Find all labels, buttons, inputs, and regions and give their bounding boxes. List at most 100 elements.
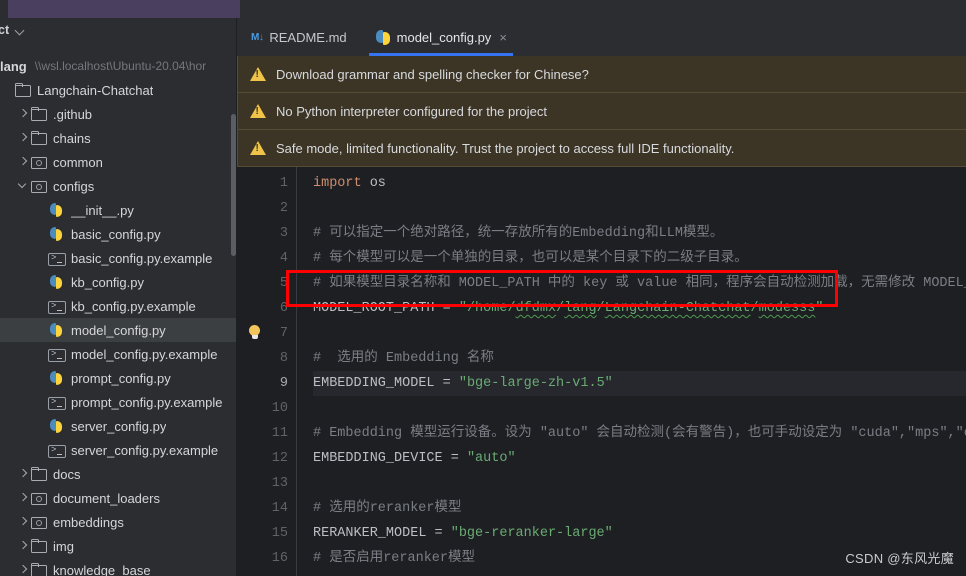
chevron-open-icon[interactable]: [16, 174, 30, 198]
code-token: /: [556, 301, 565, 316]
code-token: "bge-large-zh-v1.5": [458, 376, 613, 391]
line-number: 1: [279, 176, 288, 191]
line-number: 13: [271, 476, 288, 491]
code-token: # 选用的 Embedding 名称: [313, 351, 494, 366]
banner-grammar-checker[interactable]: Download grammar and spelling checker fo…: [237, 56, 966, 93]
tree-row-prompt-config-py[interactable]: prompt_config.py: [0, 366, 236, 390]
code-line[interactable]: USE_RERANKER = False: [313, 571, 966, 576]
editor-area: M↓ README.md model_config.py × Download …: [237, 18, 966, 576]
tree-row-kb-config-py[interactable]: kb_config.py: [0, 270, 236, 294]
code-line[interactable]: MODEL_ROOT_PATH = "/home/dfdmx/lang/Lang…: [313, 296, 966, 321]
notification-banners: Download grammar and spelling checker fo…: [237, 56, 966, 167]
tree-item-label: img: [53, 538, 74, 554]
chevron-closed-icon[interactable]: [16, 126, 30, 150]
code-line[interactable]: [313, 471, 966, 496]
tree-row-prompt-config-py-example[interactable]: prompt_config.py.example: [0, 390, 236, 414]
chevron-closed-icon[interactable]: [16, 534, 30, 558]
code-line[interactable]: [313, 396, 966, 421]
line-number: 12: [271, 451, 288, 466]
tab-label: model_config.py: [396, 29, 492, 45]
code-token: "auto": [466, 451, 516, 466]
shell-file-icon: [48, 348, 66, 362]
code-line[interactable]: # 可以指定一个绝对路径，统一存放所有的Embedding和LLM模型。: [313, 221, 966, 246]
banner-no-python-interpreter[interactable]: No Python interpreter configured for the…: [237, 93, 966, 130]
folder-source-icon: [30, 178, 48, 194]
code-line[interactable]: [313, 321, 966, 346]
lightbulb-icon[interactable]: [248, 325, 261, 340]
editor-scrollbar[interactable]: [958, 167, 966, 576]
tree-row-basic-config-py-example[interactable]: basic_config.py.example: [0, 246, 236, 270]
chevron-closed-icon[interactable]: [16, 102, 30, 126]
code-line[interactable]: EMBEDDING_DEVICE = "auto": [313, 446, 966, 471]
close-icon[interactable]: ×: [499, 30, 507, 45]
tree-row--github[interactable]: .github: [0, 102, 236, 126]
tree-item-label: server_config.py: [71, 418, 167, 434]
python-file-icon: [48, 202, 66, 218]
tree-item-label: model_config.py: [71, 322, 166, 338]
chevron-closed-icon[interactable]: [16, 510, 30, 534]
code-line[interactable]: # 选用的 Embedding 名称: [313, 346, 966, 371]
code-line[interactable]: EMBEDDING_MODEL = "bge-large-zh-v1.5": [313, 371, 966, 396]
tree-item-label: knowledge_base: [53, 562, 151, 576]
project-root-row[interactable]: lang \\wsl.localhost\Ubuntu-20.04\hor: [0, 54, 236, 78]
chevron-closed-icon[interactable]: [16, 150, 30, 174]
code-line[interactable]: [313, 196, 966, 221]
banner-safe-mode[interactable]: Safe mode, limited functionality. Trust …: [237, 130, 966, 167]
code-token: dfdmx: [515, 301, 557, 316]
line-number: 3: [279, 226, 288, 241]
code-line[interactable]: # 每个模型可以是一个单独的目录，也可以是某个目录下的二级子目录。: [313, 246, 966, 271]
tree-row--init-py[interactable]: __init__.py: [0, 198, 236, 222]
folder-icon: [30, 538, 48, 554]
code-token: # 选用的reranker模型: [313, 501, 462, 516]
tree-row-chains[interactable]: chains: [0, 126, 236, 150]
tree-row-langchain-chatchat[interactable]: Langchain-Chatchat: [0, 78, 236, 102]
project-tool-window-header[interactable]: ct: [0, 18, 236, 42]
tree-row-server-config-py[interactable]: server_config.py: [0, 414, 236, 438]
shell-file-icon: [48, 252, 66, 266]
code-editor[interactable]: 123456789101112131415161718 import os # …: [237, 167, 966, 576]
line-number-gutter[interactable]: 123456789101112131415161718: [237, 167, 297, 576]
chevron-closed-icon[interactable]: [16, 462, 30, 486]
line-number: 8: [279, 351, 288, 366]
tree-row-kb-config-py-example[interactable]: kb_config.py.example: [0, 294, 236, 318]
tree-row-basic-config-py[interactable]: basic_config.py: [0, 222, 236, 246]
tab-model-config-py[interactable]: model_config.py ×: [360, 18, 521, 56]
tree-item-label: configs: [53, 178, 95, 194]
code-line[interactable]: import os: [313, 171, 966, 196]
code-line[interactable]: # 如果模型目录名称和 MODEL_PATH 中的 key 或 value 相同…: [313, 271, 966, 296]
line-number: 17: [237, 571, 296, 576]
code-line[interactable]: RERANKER_MODEL = "bge-reranker-large": [313, 521, 966, 546]
tree-row-document-loaders[interactable]: document_loaders: [0, 486, 236, 510]
markdown-icon: M↓: [251, 31, 264, 43]
folder-source-icon: [30, 514, 48, 530]
tree-row-model-config-py-example[interactable]: model_config.py.example: [0, 342, 236, 366]
tree-row-common[interactable]: common: [0, 150, 236, 174]
code-line[interactable]: # 选用的reranker模型: [313, 496, 966, 521]
banner-text: Download grammar and spelling checker fo…: [276, 66, 589, 82]
tree-item-label: Langchain-Chatchat: [37, 82, 154, 98]
tree-row-configs[interactable]: configs: [0, 174, 236, 198]
tree-row-docs[interactable]: docs: [0, 462, 236, 486]
tab-readme-md[interactable]: M↓ README.md: [237, 18, 361, 56]
code-content[interactable]: import os # 可以指定一个绝对路径，统一存放所有的Embedding和…: [297, 167, 966, 576]
code-token: # 是否启用reranker模型: [313, 551, 476, 566]
tree-row-server-config-py-example[interactable]: server_config.py.example: [0, 438, 236, 462]
tree-row-img[interactable]: img: [0, 534, 236, 558]
chevron-closed-icon[interactable]: [16, 558, 30, 576]
chevron-down-icon[interactable]: [15, 25, 26, 36]
code-token: # 每个模型可以是一个单独的目录，也可以是某个目录下的二级子目录。: [313, 251, 748, 266]
folder-icon: [30, 466, 48, 482]
line-number: 7: [279, 326, 288, 341]
tree-row-knowledge-base[interactable]: knowledge_base: [0, 558, 236, 576]
tab-label: README.md: [269, 29, 347, 45]
folder-icon: [14, 82, 32, 98]
chevron-closed-icon[interactable]: [16, 486, 30, 510]
tree-row-embeddings[interactable]: embeddings: [0, 510, 236, 534]
tree-item-label: common: [53, 154, 103, 170]
tree-item-label: basic_config.py: [71, 226, 161, 242]
code-line[interactable]: # Embedding 模型运行设备。设为 "auto" 会自动检测(会有警告)…: [313, 421, 966, 446]
line-number: 9: [279, 376, 288, 391]
tree-row-model-config-py[interactable]: model_config.py: [0, 318, 236, 342]
